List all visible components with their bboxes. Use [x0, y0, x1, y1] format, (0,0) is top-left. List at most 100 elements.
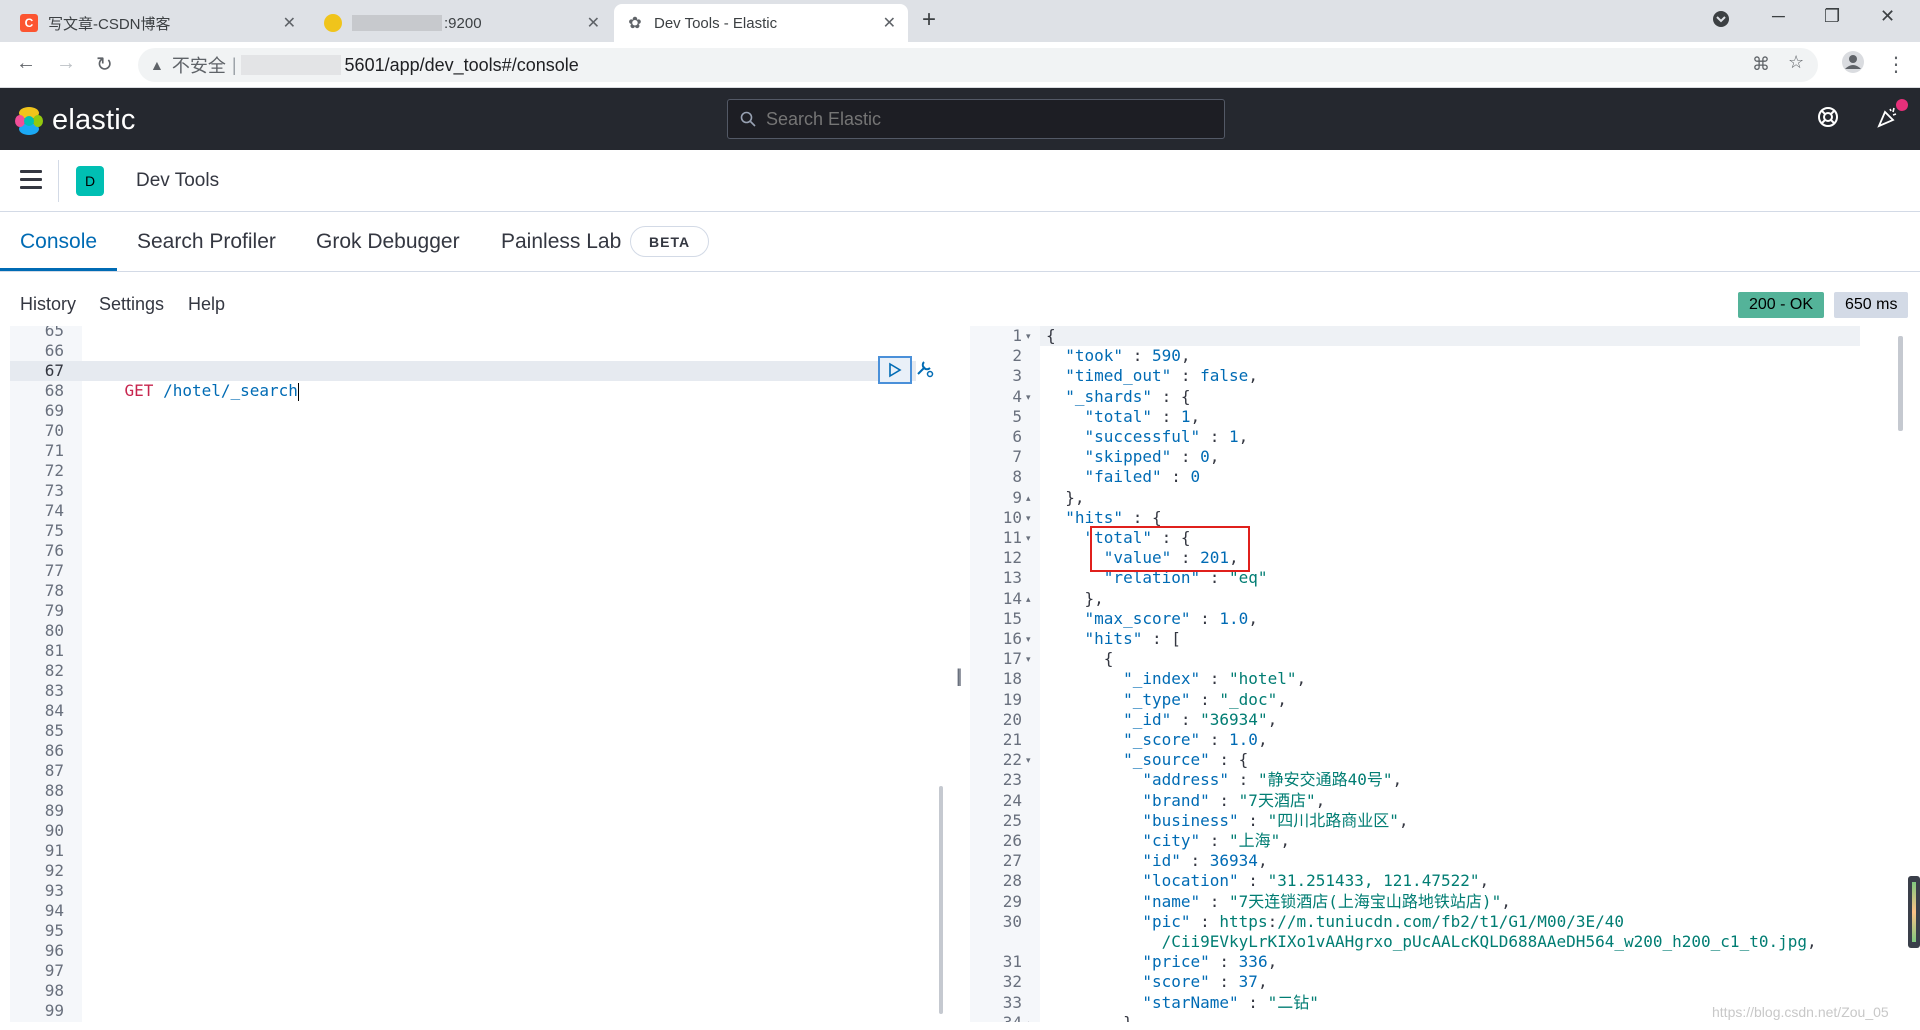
global-search[interactable] [727, 99, 1225, 139]
line-number: 26 [1002, 831, 1022, 850]
line-number: 89 [44, 801, 64, 820]
news-feed-icon[interactable] [1876, 99, 1908, 133]
help-icon[interactable] [1816, 105, 1844, 133]
line-number: 25 [1002, 810, 1022, 830]
response-scrollbar[interactable] [1898, 336, 1903, 431]
code-line: "pic" : https://m.tuniucdn.com/fb2/t1/G1… [1142, 911, 1624, 931]
fold-toggle-icon[interactable]: ▾ [1026, 755, 1031, 766]
fold-toggle-icon[interactable]: ▴ [1026, 1018, 1031, 1022]
code-line: "_id" : "36934", [1123, 709, 1278, 729]
bookmark-star-icon[interactable]: ☆ [1788, 52, 1804, 73]
history-link[interactable]: History [20, 294, 76, 315]
tab-painless-lab[interactable]: Painless Lab [501, 230, 621, 254]
line-number: 71 [44, 441, 64, 460]
close-icon[interactable]: ✕ [883, 13, 896, 33]
window-close-icon[interactable]: ✕ [1880, 6, 1895, 27]
minimize-icon[interactable]: ─ [1772, 6, 1785, 27]
fold-toggle-icon[interactable]: ▾ [1026, 392, 1031, 403]
request-editor[interactable]: 65 66 67 68 69 70 71 72 73 74 75 76 77 78 79 80 81 82 83 84… [10, 326, 950, 1022]
line-number: 72 [44, 461, 64, 480]
request-path: /hotel/_search [153, 381, 298, 400]
tab-search-profiler[interactable]: Search Profiler [137, 230, 276, 254]
profile-icon[interactable] [1842, 51, 1864, 79]
tab-title: :9200 [444, 14, 482, 32]
code-line: "hits" : { [1065, 507, 1162, 527]
send-request-button[interactable] [878, 356, 912, 384]
line-number: 21 [1002, 730, 1022, 749]
back-icon[interactable]: ← [16, 52, 36, 75]
elastic-logo-icon [14, 106, 44, 136]
tab-search-icon[interactable] [1712, 10, 1730, 33]
close-icon[interactable]: ✕ [283, 13, 296, 33]
code-line: "location" : "31.251433, 121.47522", [1142, 871, 1490, 891]
text-cursor [297, 382, 299, 401]
line-number: 5 [1012, 406, 1022, 426]
line-number: 1 [1012, 326, 1022, 345]
line-number: 6 [1012, 427, 1022, 446]
line-number: 18 [1002, 669, 1022, 689]
browser-tab-es[interactable]: :9200 ✕ [312, 4, 612, 42]
tab-console[interactable]: Console [20, 230, 97, 254]
fold-toggle-icon[interactable]: ▾ [1026, 513, 1031, 524]
kibana-header: elastic [0, 88, 1920, 150]
help-link[interactable]: Help [188, 294, 225, 315]
code-line: "failed" : 0 [1084, 467, 1201, 487]
line-number: 94 [44, 901, 64, 920]
search-input[interactable] [766, 108, 1206, 130]
fold-toggle-icon[interactable]: ▾ [1026, 654, 1031, 665]
line-number: 33 [1002, 992, 1022, 1012]
request-time-badge: 650 ms [1834, 292, 1909, 318]
line-number: 82 [44, 661, 64, 680]
code-line: }, [1065, 487, 1085, 507]
request-scrollbar[interactable] [939, 786, 943, 1014]
console-toolbar: History Settings Help 200 - OK 650 ms [0, 272, 1920, 326]
line-number: 9 [1012, 487, 1022, 507]
line-number: 75 [44, 521, 64, 540]
reload-icon[interactable]: ↻ [96, 52, 113, 77]
tab-grok-debugger[interactable]: Grok Debugger [316, 230, 460, 254]
line-number: 28 [1002, 871, 1022, 891]
url-field[interactable]: ▲ 不安全 | 5601/app/dev_tools#/console ⌘ ☆ [138, 48, 1818, 82]
space-avatar[interactable]: D [76, 166, 104, 196]
fold-toggle-icon[interactable]: ▴ [1026, 594, 1031, 605]
url-text: 5601/app/dev_tools#/console [344, 54, 579, 75]
translate-icon[interactable]: ⌘ [1752, 54, 1770, 75]
line-number: 91 [44, 841, 64, 860]
settings-link[interactable]: Settings [99, 294, 164, 315]
line-number: 80 [44, 621, 64, 640]
line-number: 96 [44, 941, 64, 960]
elastic-logo[interactable]: elastic [14, 104, 136, 137]
browser-tab-devtools[interactable]: ✿ Dev Tools - Elastic ✕ [614, 4, 908, 42]
fold-toggle-icon[interactable]: ▾ [1026, 533, 1031, 544]
line-number: 12 [1002, 548, 1022, 568]
code-line: "starName" : "二钻" [1142, 992, 1319, 1012]
menu-icon[interactable] [20, 170, 42, 194]
response-editor[interactable]: 1 ▾ {2 "took" : 590, 3 "timed_out" : false,… [970, 326, 1904, 1022]
code-line: "timed_out" : false, [1065, 366, 1258, 386]
browser-tab-csdn[interactable]: C 写文章-CSDN博客 ✕ [8, 4, 308, 42]
fold-toggle-icon[interactable]: ▾ [1026, 634, 1031, 645]
browser-tab-bar: C 写文章-CSDN博客 ✕ :9200 ✕ ✿ Dev Tools - Ela… [0, 0, 1920, 42]
browser-menu-icon[interactable]: ⋮ [1886, 52, 1906, 77]
line-number: 76 [44, 541, 64, 560]
maximize-icon[interactable]: ❐ [1824, 6, 1840, 27]
address-bar: ← → ↻ ▲ 不安全 | 5601/app/dev_tools#/consol… [0, 42, 1920, 88]
code-line: "city" : "上海", [1142, 831, 1290, 850]
code-line: "_shards" : { [1065, 386, 1191, 406]
code-line: "_index" : "hotel", [1123, 669, 1307, 689]
fold-toggle-icon[interactable]: ▴ [1026, 493, 1031, 504]
new-tab-icon[interactable]: + [922, 6, 936, 34]
elastic-icon [324, 14, 342, 32]
fold-toggle-icon[interactable]: ▾ [1026, 331, 1031, 342]
request-line[interactable]: GET /hotel/_search [86, 361, 299, 401]
wrench-icon[interactable] [914, 358, 934, 383]
close-icon[interactable]: ✕ [587, 13, 600, 33]
line-number: 27 [1002, 851, 1022, 871]
code-line: "successful" : 1, [1084, 427, 1249, 446]
line-number: 68 [44, 381, 64, 400]
line-number: 23 [1002, 770, 1022, 790]
line-number: 84 [44, 701, 64, 720]
pane-resizer[interactable]: || [956, 666, 963, 687]
line-number: 7 [1012, 447, 1022, 467]
code-line: "took" : 590, [1065, 346, 1191, 366]
